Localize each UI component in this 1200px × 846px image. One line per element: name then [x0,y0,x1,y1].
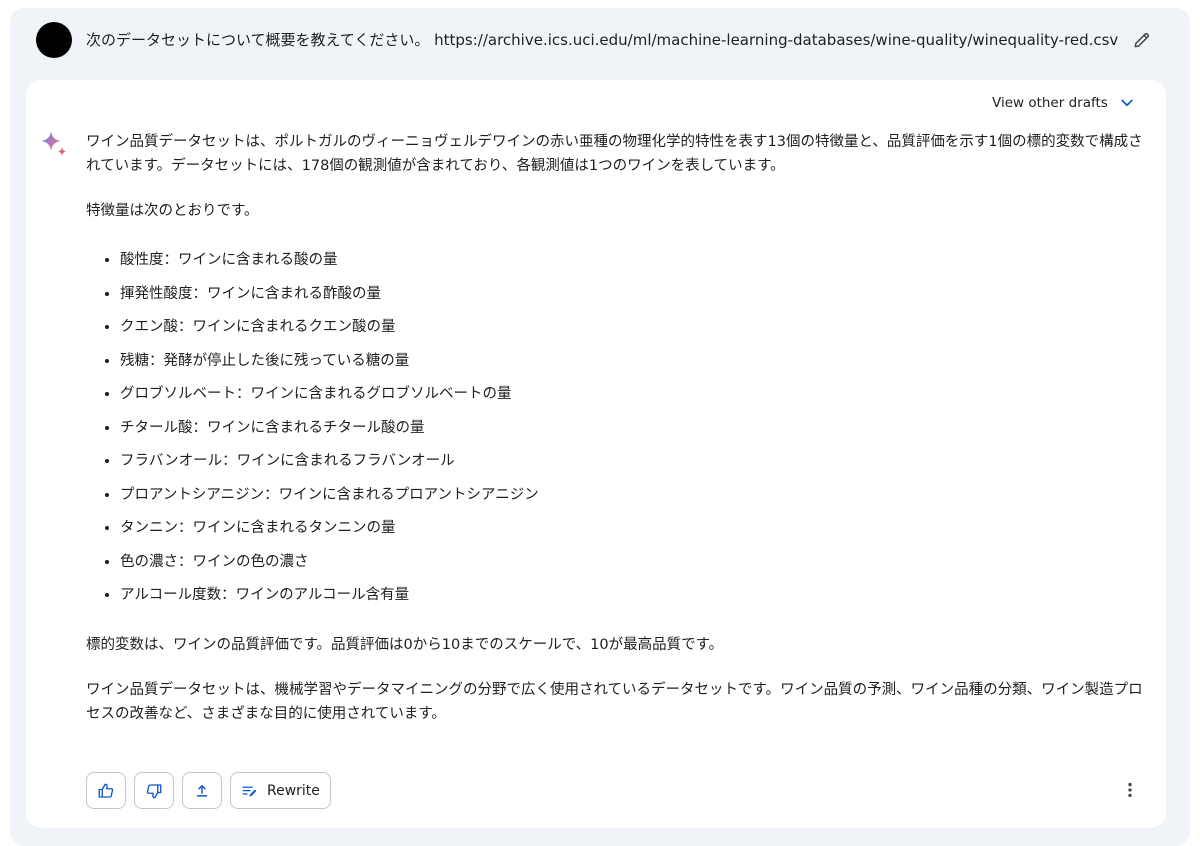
feature-list-item: クエン酸：ワインに含まれるクエン酸の量 [120,311,1146,345]
feature-list-item: 色の濃さ：ワインの色の濃さ [120,546,1146,580]
more-options-button[interactable] [1118,778,1142,802]
view-other-drafts-label: View other drafts [992,95,1108,111]
sparkle-icon [41,131,66,156]
thumbs-down-icon [146,783,162,798]
feature-list-item: プロアントシアニジン：ワインに含まれるプロアントシアニジン [120,479,1146,513]
response-closing: ワイン品質データセットは、機械学習やデータマイニングの分野で広く使用されているデ… [86,681,1143,722]
feature-list-item: フラバンオール：ワインに含まれるフラバンオール [120,445,1146,479]
share-button[interactable] [182,772,222,809]
rewrite-button-label: Rewrite [267,782,320,799]
feature-list-item: タンニン：ワインに含まれるタンニンの量 [120,512,1146,546]
feature-list-item: グロブソルベート：ワインに含まれるグロブソルベートの量 [120,378,1146,412]
chevron-down-icon [1121,99,1133,107]
feature-list-item: アルコール度数：ワインのアルコール含有量 [120,579,1146,613]
conversation-frame: 次のデータセットについて概要を教えてください。 https://archive.… [10,8,1190,846]
thumbs-up-icon [98,783,114,798]
response-card: View other drafts ワイン品質データセットは、ポルトガルのヴィー… [26,80,1166,828]
share-icon [196,784,208,797]
user-avatar [36,22,72,58]
edit-prompt-button[interactable] [1128,26,1156,54]
user-prompt-text: 次のデータセットについて概要を教えてください。 https://archive.… [86,31,1119,49]
rewrite-icon [242,786,257,797]
feature-list: 酸性度：ワインに含まれる酸の量 揮発性酸度：ワインに含まれる酢酸の量 クエン酸：… [86,244,1146,613]
like-button[interactable] [86,772,126,809]
feature-list-item: 残糖：発酵が停止した後に残っている糖の量 [120,345,1146,379]
dislike-button[interactable] [134,772,174,809]
feature-list-item: 酸性度：ワインに含まれる酸の量 [120,244,1146,278]
rewrite-button[interactable]: Rewrite [230,772,331,809]
response-intro: ワイン品質データセットは、ポルトガルのヴィーニョヴェルデワインの赤い亜種の物理化… [86,134,1143,174]
response-content: ワイン品質データセットは、ポルトガルのヴィーニョヴェルデワインの赤い亜種の物理化… [86,130,1146,747]
feature-list-item: チタール酸：ワインに含まれるチタール酸の量 [120,412,1146,446]
features-heading: 特徴量は次のとおりです。 [86,203,259,219]
pencil-icon [1134,32,1150,48]
feature-list-item: 揮発性酸度：ワインに含まれる酢酸の量 [120,278,1146,312]
response-actions: Rewrite [86,772,331,809]
target-variable-text: 標的変数は、ワインの品質評価です。品質評価は0から10までのスケールで、10が最… [86,636,724,653]
more-vert-icon [1128,782,1132,798]
view-other-drafts-button[interactable]: View other drafts [992,94,1136,112]
